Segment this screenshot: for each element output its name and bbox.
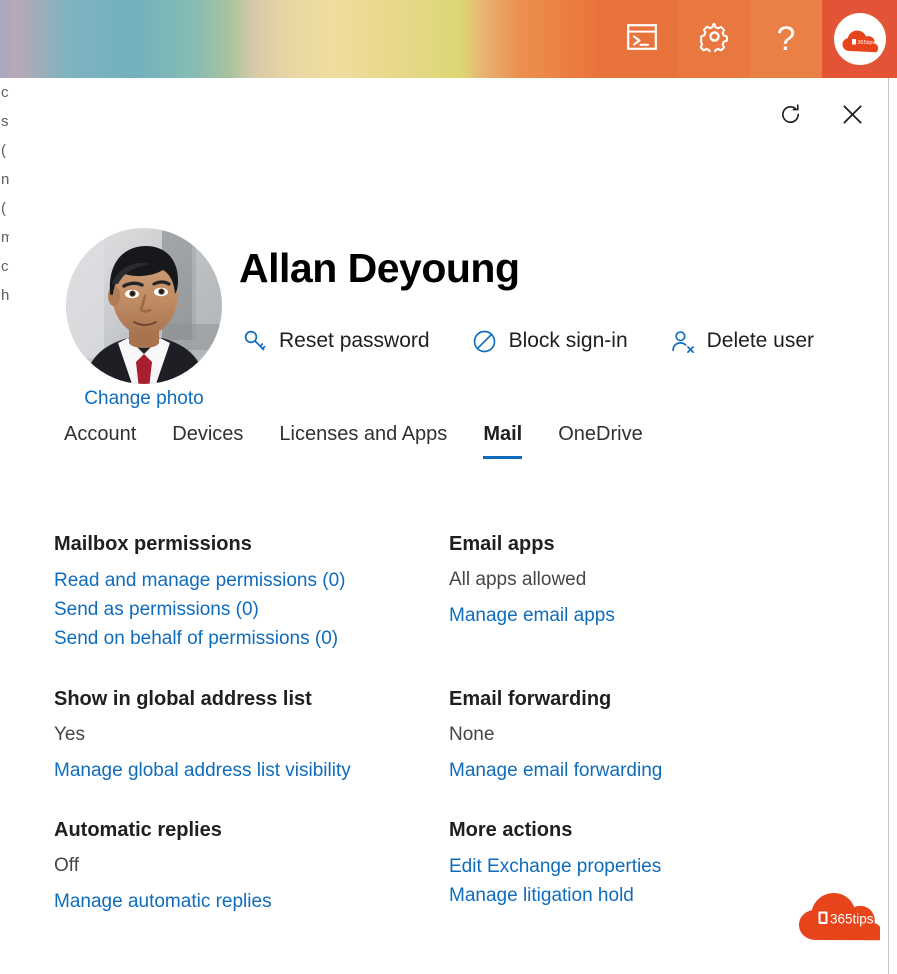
identity-actions: Reset password Block sign-in Delete user [242,326,814,356]
edit-exchange-properties-link[interactable]: Edit Exchange properties [449,853,844,882]
bg-fragment: ( [1,142,6,159]
cloud-shell-icon [627,23,657,55]
bg-fragment: s [1,113,9,130]
refresh-button[interactable] [768,92,812,136]
read-and-manage-permissions-link[interactable]: Read and manage permissions (0) [54,567,449,596]
automatic-replies-value: Off [54,855,79,877]
reset-password-label: Reset password [279,329,430,352]
change-photo-link[interactable]: Change photo [63,388,225,410]
section-email-apps: Email apps All apps allowed Manage email… [449,533,844,654]
tab-licenses-and-apps[interactable]: Licenses and Apps [261,423,465,459]
suite-gradient-banner [0,0,606,78]
bg-fragment: c [1,258,9,275]
bg-fragment: h [1,287,9,304]
block-signin-label: Block sign-in [508,329,628,352]
suite-header-bar: ? 365tips [0,0,897,78]
help-icon: ? [776,20,796,58]
page-title: Allan Deyoung [239,245,520,291]
tab-onedrive[interactable]: OneDrive [540,423,660,459]
delete-user-label: Delete user [706,329,815,352]
section-automatic-replies: Automatic replies Off Manage automatic r… [54,819,449,917]
close-button[interactable] [830,92,874,136]
block-signin-button[interactable]: Block sign-in [472,326,628,356]
refresh-icon [779,103,802,126]
bg-fragment: n [1,171,9,188]
section-global-address-list: Show in global address list Yes Manage g… [54,688,449,786]
reset-password-button[interactable]: Reset password [242,326,430,356]
block-icon [472,328,498,354]
manage-litigation-hold-link[interactable]: Manage litigation hold [449,882,844,911]
global-address-list-value: Yes [54,723,85,745]
bg-fragment: ( [1,200,6,217]
avatar: 365tips [833,13,886,65]
email-forwarding-value: None [449,723,495,745]
section-more-actions: More actions Edit Exchange properties Ma… [449,819,844,917]
send-on-behalf-of-permissions-link[interactable]: Send on behalf of permissions (0) [54,625,449,654]
gear-icon [699,21,730,57]
key-icon [242,328,268,354]
section-heading: Automatic replies [54,819,222,842]
section-heading: Email apps [449,533,555,555]
settings-button[interactable] [678,0,750,78]
section-heading: Email forwarding [449,687,612,710]
user-detail-panel: Change photo Allan Deyoung Reset passwor… [9,78,888,974]
user-photo-block: Change photo [63,228,225,409]
section-email-forwarding: Email forwarding None Manage email forwa… [449,688,844,786]
send-as-permissions-link[interactable]: Send as permissions (0) [54,596,449,625]
section-heading: Show in global address list [54,687,312,710]
account-manager-button[interactable]: 365tips [822,0,897,78]
manage-email-forwarding-link[interactable]: Manage email forwarding [449,757,844,786]
help-button[interactable]: ? [750,0,822,78]
person-delete-icon [670,328,696,354]
manage-email-apps-link[interactable]: Manage email apps [449,602,844,631]
user-photo [66,228,222,384]
background-page-left-edge: c s ( n ( m c h [0,78,9,974]
svg-text:365tips: 365tips [857,40,875,46]
manage-automatic-replies-link[interactable]: Manage automatic replies [54,888,449,917]
tab-account[interactable]: Account [54,423,154,459]
close-icon [841,103,864,126]
mail-settings-content: Mailbox permissions Read and manage perm… [54,533,854,951]
section-mailbox-permissions: Mailbox permissions Read and manage perm… [54,533,449,654]
section-heading: More actions [449,819,573,842]
email-apps-value: All apps allowed [449,569,587,590]
cloud-shell-button[interactable] [606,0,678,78]
bg-fragment: m [1,229,9,246]
365tips-cloud-icon: 365tips [841,26,879,53]
section-heading: Mailbox permissions [54,533,252,555]
delete-user-button[interactable]: Delete user [670,326,814,356]
manage-global-address-list-visibility-link[interactable]: Manage global address list visibility [54,757,449,786]
detail-tabs: Account Devices Licenses and Apps Mail O… [54,423,661,459]
bg-fragment: c [1,84,9,101]
tab-mail[interactable]: Mail [465,423,540,459]
panel-command-bar [768,92,874,136]
tab-devices[interactable]: Devices [154,423,261,459]
background-page-right-edge [888,78,897,974]
